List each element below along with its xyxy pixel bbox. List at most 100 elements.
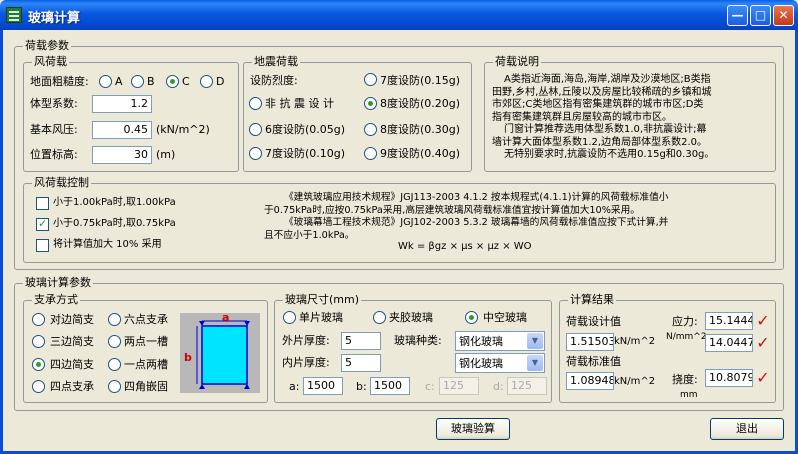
- maximize-icon: □: [754, 8, 767, 22]
- chevron-down-icon[interactable]: ▼: [527, 333, 543, 349]
- glass-type-radio-insulated[interactable]: [465, 311, 478, 324]
- design-load-value: 1.51503: [566, 333, 614, 351]
- description-line: 无特别要求时,抗震设防不选用0.15g和0.30g。: [504, 149, 715, 160]
- height-label: 位置标高:: [30, 148, 78, 161]
- support-option-two-sides: 对边简支: [50, 313, 94, 326]
- seismic-option-none: 非 抗 震 设 计: [265, 97, 334, 110]
- glass-params-title: 玻璃计算参数: [23, 276, 93, 290]
- deflection-unit: mm: [680, 390, 698, 400]
- shape-coefficient-input[interactable]: 1.2: [92, 95, 152, 113]
- seismic-radio-8-030[interactable]: [364, 123, 377, 136]
- seismic-radio-none[interactable]: [249, 97, 262, 110]
- dim-a-label: a:: [289, 380, 300, 393]
- outer-glass-kind-select[interactable]: 钢化玻璃 ▼: [455, 331, 545, 351]
- stress-value-1: 15.1444: [705, 312, 753, 330]
- support-radio-two-point-one-slot[interactable]: [108, 335, 121, 348]
- deflection-value: 10.8079: [705, 369, 753, 387]
- seismic-radio-9-040[interactable]: [364, 147, 377, 160]
- dim-c-input[interactable]: 125: [439, 377, 479, 395]
- glass-check-button[interactable]: 玻璃验算: [436, 418, 510, 440]
- chevron-down-icon[interactable]: ▼: [527, 355, 543, 371]
- minimize-icon: —: [731, 8, 744, 22]
- standard-load-value: 1.08948: [566, 372, 614, 390]
- support-radio-six-point[interactable]: [108, 313, 121, 326]
- seismic-radio-8-020[interactable]: [364, 97, 377, 110]
- dim-c-label: c:: [425, 380, 435, 393]
- wind-control-title: 风荷载控制: [32, 176, 91, 190]
- support-option-four-corner: 四角嵌固: [124, 380, 168, 393]
- glass-type-single: 单片玻璃: [299, 311, 343, 324]
- support-option-four-sides: 四边简支: [50, 358, 94, 371]
- dim-b-input[interactable]: 1500: [370, 377, 410, 395]
- glass-type-insulated: 中空玻璃: [483, 311, 527, 324]
- support-option-six-point: 六点支承: [124, 313, 168, 326]
- dim-d-input[interactable]: 125: [507, 377, 547, 395]
- title-bar[interactable]: 玻璃计算 — □ ✕: [0, 0, 798, 30]
- min-100-checkbox[interactable]: [36, 197, 49, 210]
- wind-formula: Wk = βgz × μs × μz × WO: [398, 241, 532, 252]
- min-075-label: 小于0.75kPa时,取0.75kPa: [53, 218, 176, 229]
- min-100-label: 小于1.00kPa时,取1.00kPa: [53, 197, 176, 208]
- description-line: 墙计算大面体型系数1.2,边角局部体型系数2.0。: [492, 136, 707, 148]
- min-075-checkbox[interactable]: [36, 217, 49, 231]
- seismic-radio-7-015[interactable]: [364, 73, 377, 86]
- deflection-ok-check-icon: ✓: [756, 368, 770, 387]
- seismic-option-8-030: 8度设防(0.30g): [380, 123, 461, 136]
- inner-thickness-input[interactable]: 5: [341, 354, 381, 372]
- outer-thickness-label: 外片厚度:: [282, 334, 330, 347]
- roughness-radio-d[interactable]: [200, 75, 213, 88]
- code-line: 《玻璃幕墙工程技术规范》JGJ102-2003 5.3.2 玻璃幕墙的风荷载标准…: [284, 217, 669, 228]
- dim-b-label: b:: [356, 380, 367, 393]
- increase-10-checkbox[interactable]: [36, 239, 49, 252]
- seismic-radio-7-010[interactable]: [249, 147, 262, 160]
- seismic-load-title: 地震荷载: [252, 55, 300, 69]
- maximize-button[interactable]: □: [750, 5, 771, 26]
- glass-type-radio-single[interactable]: [283, 311, 296, 324]
- roughness-option-c: C: [182, 75, 190, 88]
- description-line: 门窗计算推荐选用体型系数1.0,非抗震设计;幕: [504, 124, 707, 135]
- support-radio-four-corner[interactable]: [108, 380, 121, 393]
- stress-unit: N/mm^2: [666, 332, 707, 342]
- support-radio-three-sides[interactable]: [32, 335, 45, 348]
- inner-glass-kind-select[interactable]: 钢化玻璃 ▼: [455, 353, 545, 373]
- seismic-option-7-015: 7度设防(0.15g): [380, 74, 461, 87]
- load-description-title: 荷载说明: [493, 55, 541, 69]
- height-input[interactable]: 30: [92, 146, 152, 164]
- basic-pressure-input[interactable]: 0.45: [92, 121, 152, 139]
- description-line: 田野,乡村,丛林,丘陵以及房屋比较稀疏的乡镇和城: [492, 86, 712, 98]
- support-radio-four-sides[interactable]: [32, 358, 45, 371]
- dim-a-input[interactable]: 1500: [303, 377, 343, 395]
- seismic-option-9-040: 9度设防(0.40g): [380, 147, 461, 160]
- seismic-radio-6-005[interactable]: [249, 123, 262, 136]
- basic-pressure-label: 基本风压:: [30, 123, 78, 136]
- stress-label: 应力:: [672, 315, 698, 328]
- support-option-one-point-two-slot: 一点两槽: [124, 358, 168, 371]
- glass-type-radio-laminated[interactable]: [373, 311, 386, 324]
- outer-thickness-input[interactable]: 5: [341, 332, 381, 350]
- exit-button[interactable]: 退出: [710, 418, 784, 440]
- description-line: 指有密集建筑群且房屋较高的城市市区。: [492, 111, 672, 123]
- increase-10-label: 将计算值加大 10% 采用: [53, 239, 162, 250]
- close-button[interactable]: ✕: [773, 5, 794, 26]
- roughness-label: 地面粗糙度:: [30, 75, 89, 88]
- minimize-button[interactable]: —: [727, 5, 748, 26]
- design-load-unit: kN/m^2: [614, 336, 656, 347]
- stress-ok-check-icon: ✓: [756, 311, 770, 330]
- glass-kind-label: 玻璃种类:: [394, 334, 442, 347]
- shape-coefficient-label: 体型系数:: [30, 97, 78, 110]
- support-radio-two-sides[interactable]: [32, 313, 45, 326]
- load-params-title: 荷载参数: [23, 39, 71, 53]
- support-radio-four-point[interactable]: [32, 380, 45, 393]
- stress-value-2: 14.0447: [705, 334, 753, 352]
- roughness-radio-b[interactable]: [131, 75, 144, 88]
- roughness-radio-a[interactable]: [99, 75, 112, 88]
- support-type-title: 支承方式: [32, 293, 80, 307]
- support-radio-one-point-two-slot[interactable]: [108, 358, 121, 371]
- support-diagram: a b: [180, 311, 260, 393]
- wind-code-text: 《建筑玻璃应用技术规程》JGJ113-2003 4.1.2 按本规程式(4.1.…: [264, 192, 668, 242]
- standard-load-unit: kN/m^2: [614, 376, 656, 387]
- wind-load-title: 风荷载: [32, 55, 69, 69]
- app-icon: [6, 7, 22, 23]
- roughness-radio-c[interactable]: [166, 75, 179, 88]
- stress-ok-check-icon-2: ✓: [756, 333, 770, 352]
